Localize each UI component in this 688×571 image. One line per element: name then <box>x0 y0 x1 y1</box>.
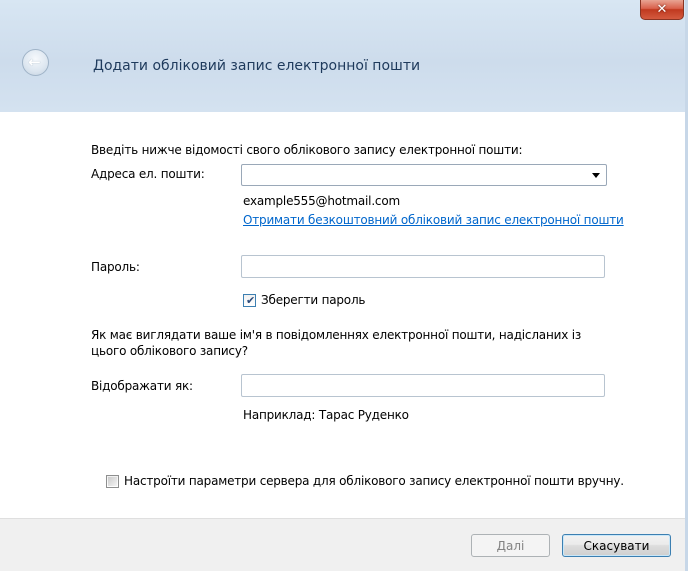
manual-server-label[interactable]: Настроїти параметри сервера для обліково… <box>124 474 624 488</box>
display-as-label: Відображати як: <box>91 379 193 393</box>
title-bar: ✕ ← Додати обліковий запис електронної п… <box>0 0 688 112</box>
dialog-title: Додати обліковий запис електронної пошти <box>93 58 421 74</box>
checkmark-icon: ✔ <box>246 294 256 307</box>
email-label: Адреса ел. пошти: <box>91 167 205 181</box>
display-name-question-line2: цього облікового запису? <box>91 344 248 358</box>
add-email-account-dialog: ✕ ← Додати обліковий запис електронної п… <box>0 0 688 571</box>
password-label: Пароль: <box>91 260 140 274</box>
email-combobox[interactable] <box>241 164 607 186</box>
back-arrow-icon: ← <box>28 53 41 71</box>
email-input[interactable] <box>242 165 582 185</box>
button-bar: Далі Скасувати <box>0 518 688 571</box>
password-field[interactable] <box>241 255 605 278</box>
save-password-checkbox[interactable]: ✔ <box>243 294 256 307</box>
cancel-button[interactable]: Скасувати <box>562 534 671 557</box>
close-button[interactable]: ✕ <box>640 0 684 20</box>
intro-text: Введіть нижче відомості свого облікового… <box>91 143 523 157</box>
form-area: Введіть нижче відомості свого облікового… <box>0 112 688 518</box>
display-as-example: Наприклад: Тарас Руденко <box>243 408 409 422</box>
get-free-account-link[interactable]: Отримати безкоштовний обліковий запис ел… <box>243 213 624 227</box>
email-example: example555@hotmail.com <box>243 194 400 208</box>
display-as-field[interactable] <box>241 374 605 397</box>
save-password-label[interactable]: Зберегти пароль <box>261 293 365 307</box>
back-button[interactable]: ← <box>22 49 49 76</box>
manual-server-checkbox[interactable] <box>106 475 119 488</box>
close-icon: ✕ <box>656 2 668 17</box>
display-name-question-line1: Як має виглядати ваше ім'я в повідомленн… <box>91 328 582 342</box>
next-button[interactable]: Далі <box>471 534 550 557</box>
dropdown-arrow-icon[interactable] <box>592 173 600 178</box>
